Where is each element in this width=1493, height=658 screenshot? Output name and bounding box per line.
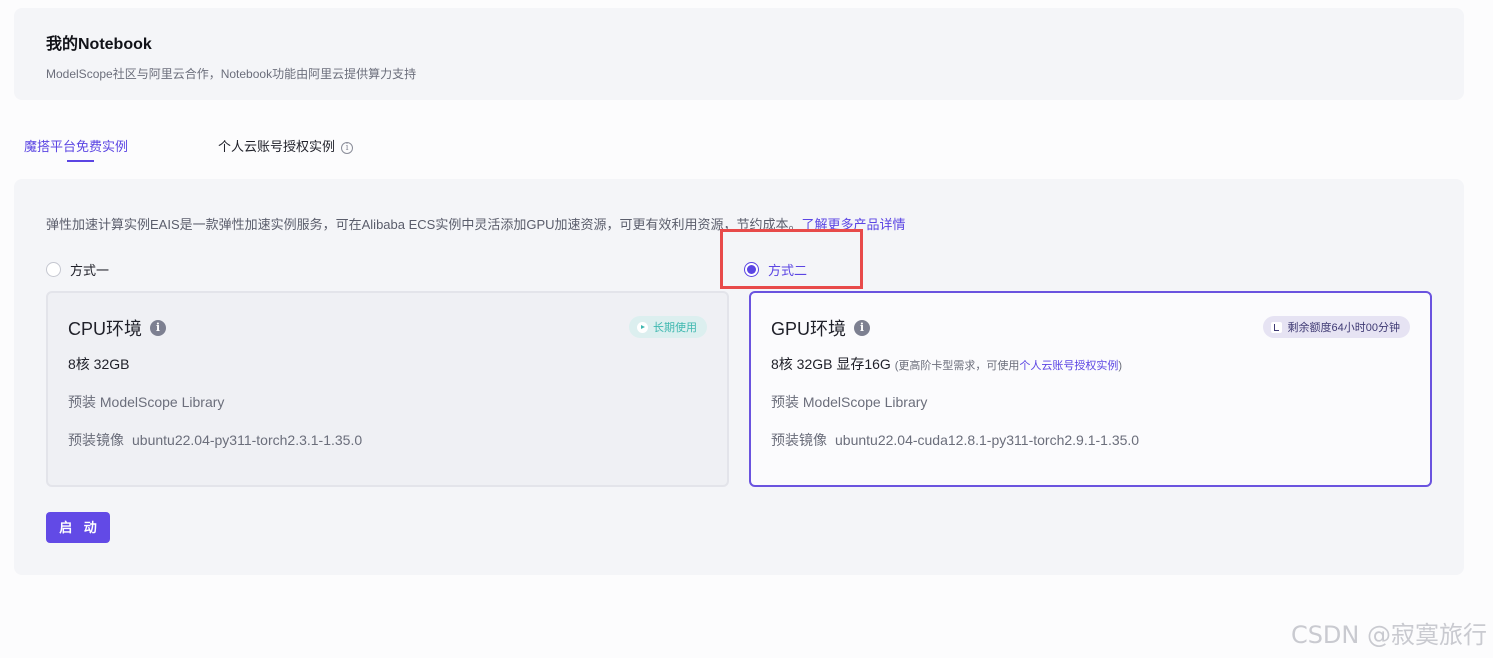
- cpu-badge-text: 长期使用: [653, 322, 697, 334]
- cpu-env-title: CPU环境 i: [68, 315, 167, 341]
- info-icon[interactable]: i: [150, 320, 167, 336]
- page-title: 我的Notebook: [46, 36, 152, 53]
- tab-personal-instance[interactable]: 个人云账号授权实例 i: [218, 136, 354, 155]
- cpu-env-card[interactable]: CPU环境 i 长期使用 8核 32GB 预装 ModelScope Libra…: [46, 291, 729, 487]
- gpu-note-prefix: (更高阶卡型需求，可使用: [894, 360, 1020, 372]
- timer-icon: [1270, 321, 1282, 333]
- cpu-title-text: CPU环境: [68, 319, 143, 339]
- active-tab-indicator: [67, 160, 94, 162]
- tab-personal-label: 个人云账号授权实例: [218, 139, 336, 154]
- cpu-image-label: 预装镜像: [68, 432, 124, 448]
- annotation-highlight-box: [720, 229, 863, 289]
- cpu-image-value: ubuntu22.04-py311-torch2.3.1-1.35.0: [132, 432, 363, 448]
- cpu-library: 预装 ModelScope Library: [68, 394, 225, 410]
- header-card: 我的Notebook ModelScope社区与阿里云合作，Notebook功能…: [14, 8, 1464, 100]
- tab-free-instance[interactable]: 魔搭平台免费实例: [24, 136, 128, 155]
- long-term-badge: 长期使用: [629, 316, 707, 338]
- personal-instance-link[interactable]: 个人云账号授权实例: [1019, 360, 1118, 372]
- gpu-image: 预装镜像 ubuntu22.04-cuda12.8.1-py311-torch2.…: [771, 430, 1139, 450]
- gpu-title-text: GPU环境: [771, 319, 847, 339]
- page-subtitle: ModelScope社区与阿里云合作，Notebook功能由阿里云提供算力支持: [46, 67, 417, 81]
- gpu-spec: 8核 32GB 显存16G (更高阶卡型需求，可使用个人云账号授权实例): [771, 354, 1122, 374]
- quota-badge: 剩余额度64小时00分钟: [1262, 316, 1410, 338]
- option-one-radio[interactable]: 方式一: [46, 260, 109, 279]
- gpu-image-label: 预装镜像: [771, 432, 827, 448]
- gpu-note-suffix: ): [1118, 360, 1123, 372]
- gpu-badge-text: 剩余额度64小时00分钟: [1287, 322, 1400, 334]
- gpu-spec-text: 8核 32GB 显存16G: [771, 356, 891, 372]
- option-one-label: 方式一: [70, 263, 110, 278]
- gpu-spec-note: (更高阶卡型需求，可使用个人云账号授权实例): [895, 360, 1122, 372]
- watermark: CSDN @寂寞旅行: [1290, 621, 1487, 649]
- start-button[interactable]: 启 动: [46, 512, 110, 543]
- play-icon: [637, 321, 648, 333]
- description-text: 弹性加速计算实例EAIS是一款弹性加速实例服务，可在Alibaba ECS实例中…: [46, 217, 802, 232]
- cpu-spec: 8核 32GB: [68, 356, 130, 372]
- info-icon[interactable]: i: [854, 320, 871, 336]
- gpu-image-value: ubuntu22.04-cuda12.8.1-py311-torch2.9.1-…: [835, 432, 1140, 448]
- gpu-env-card[interactable]: GPU环境 i 剩余额度64小时00分钟 8核 32GB 显存16G (更高阶卡…: [749, 291, 1432, 487]
- cpu-image: 预装镜像 ubuntu22.04-py311-torch2.3.1-1.35.0: [68, 430, 362, 450]
- info-icon[interactable]: i: [341, 142, 354, 154]
- gpu-env-title: GPU环境 i: [771, 315, 871, 341]
- gpu-library: 预装 ModelScope Library: [771, 394, 928, 410]
- radio-unchecked-icon: [46, 262, 61, 277]
